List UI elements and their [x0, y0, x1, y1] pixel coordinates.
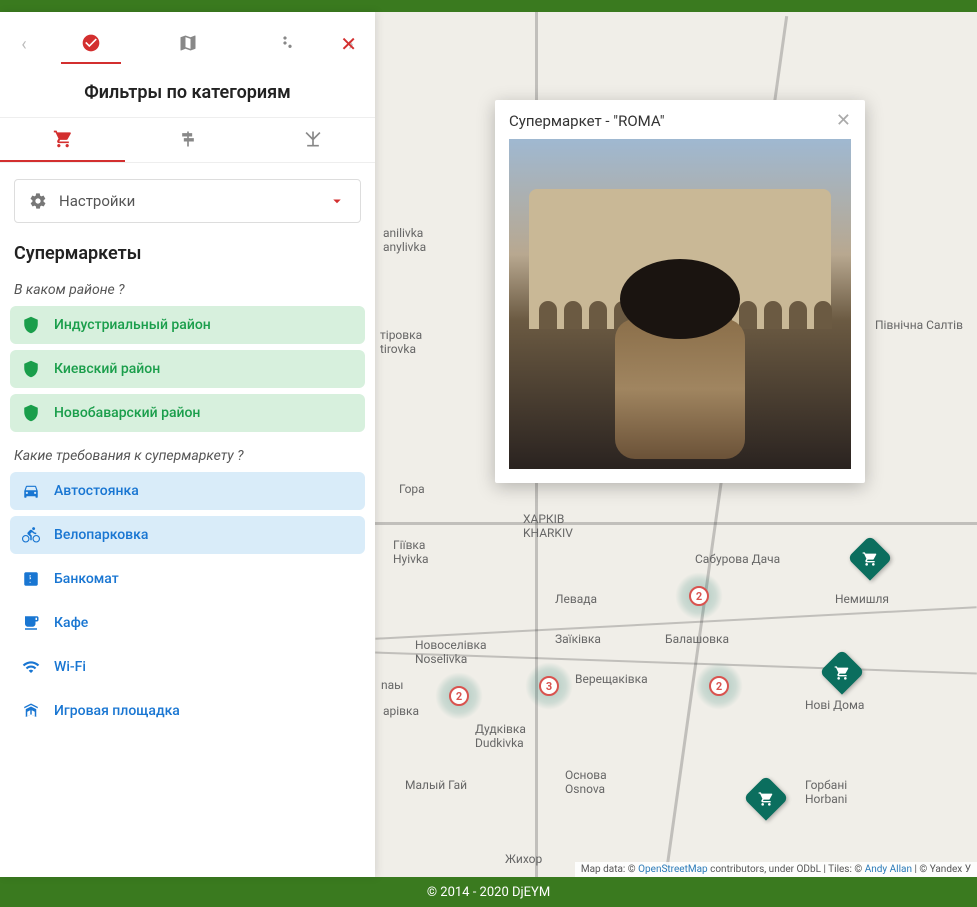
filter-label: Киевский район [54, 361, 160, 377]
car-icon [22, 482, 40, 500]
cluster-marker[interactable]: 3 [525, 662, 573, 710]
cluster-count: 2 [689, 586, 709, 606]
tab-filters[interactable] [61, 24, 121, 64]
map-place-label: ХАРКІВKHARKIV [523, 512, 573, 540]
district-filter[interactable]: Индустриальный район [10, 306, 365, 344]
gear-icon [29, 192, 47, 210]
filter-label: Wi-Fi [54, 659, 86, 675]
cluster-marker[interactable]: 2 [435, 672, 483, 720]
tab-settings[interactable] [255, 24, 315, 64]
requirement-filter[interactable]: Автостоянка [10, 472, 365, 510]
popup-title: Супермаркет - "ROMA" [509, 112, 665, 130]
filter-label: Автостоянка [54, 483, 139, 499]
map-place-label: Левада [555, 592, 597, 606]
cluster-marker[interactable]: 2 [695, 662, 743, 710]
supermarket-marker[interactable] [825, 656, 859, 698]
map-place-label: ГіївкаHyivka [393, 538, 429, 566]
map-place-label: naы [381, 678, 403, 692]
map-place-label: anilivkaanylivka [383, 226, 426, 254]
cluster-marker[interactable]: 2 [675, 572, 723, 620]
subtab-signpost[interactable] [125, 118, 250, 162]
map-place-label: арівка [383, 704, 419, 718]
wifi-icon [22, 658, 40, 676]
requirement-filter[interactable]: Кафе [10, 604, 365, 642]
requirements-question: Какие требования к супермаркету ? [0, 438, 375, 472]
district-filter[interactable]: Новобаварский район [10, 394, 365, 432]
filter-label: Банкомат [54, 571, 119, 587]
cart-icon [758, 791, 774, 807]
cluster-count: 3 [539, 676, 559, 696]
filter-label: Игровая площадка [54, 703, 180, 719]
map-place-label: тіровкаtirovka [380, 328, 422, 356]
map-place-label: Нові Дома [805, 698, 864, 712]
shield-icon [22, 316, 40, 334]
settings-label: Настройки [59, 192, 135, 210]
popup-close-icon[interactable]: ✕ [836, 110, 851, 131]
map-place-label: ОсноваOsnova [565, 768, 607, 796]
tab-prev-icon[interactable]: ‹ [6, 34, 42, 55]
play-icon [22, 702, 40, 720]
cafe-icon [22, 614, 40, 632]
popup-image [509, 139, 851, 469]
marker-popup: Супермаркет - "ROMA" ✕ [495, 100, 865, 483]
supermarket-marker[interactable] [853, 542, 887, 584]
cluster-count: 2 [449, 686, 469, 706]
requirement-filter[interactable]: $ Банкомат [10, 560, 365, 598]
map-attribution: Map data: © OpenStreetMap contributors, … [575, 862, 977, 877]
sidebar-panel: ✕ ‹ › Фильтры по категориям [0, 12, 375, 877]
map-place-label: НовоселівкаNoselivka [415, 638, 486, 666]
tiles-link[interactable]: Andy Allan [865, 864, 912, 875]
shield-icon [22, 404, 40, 422]
osm-link[interactable]: OpenStreetMap [638, 864, 708, 875]
filter-label: Новобаварский район [54, 405, 200, 421]
map-place-label: ГорбаніHorbani [805, 778, 847, 806]
district-filter[interactable]: Киевский район [10, 350, 365, 388]
section-title: Супермаркеты [0, 239, 375, 272]
map-place-label: Немишля [835, 592, 889, 606]
map-place-label: Балашовка [665, 632, 729, 646]
map-place-label: Гора [399, 482, 425, 496]
panel-title: Фильтры по категориям [0, 64, 375, 117]
settings-dropdown[interactable]: Настройки [14, 179, 361, 223]
svg-text:$: $ [28, 575, 32, 584]
filter-label: Кафе [54, 615, 88, 631]
requirement-filter[interactable]: Wi-Fi [10, 648, 365, 686]
map-place-label: Сабурова Дача [695, 552, 780, 566]
atm-icon: $ [22, 570, 40, 588]
requirement-filter[interactable]: Велопарковка [10, 516, 365, 554]
filter-label: Велопарковка [54, 527, 148, 543]
cart-icon [834, 665, 850, 681]
bike-icon [22, 526, 40, 544]
footer: © 2014 - 2020 DjEYM [0, 877, 977, 907]
district-question: В каком районе ? [0, 272, 375, 306]
map-place-label: Верещаківка [575, 672, 648, 686]
map-place-label: Північна Салтів [875, 318, 963, 332]
shield-icon [22, 360, 40, 378]
map-place-label: ДудківкаDudkivka [475, 722, 526, 750]
filter-label: Индустриальный район [54, 317, 211, 333]
requirement-filter[interactable]: Игровая площадка [10, 692, 365, 730]
map-place-label: Малый Гай [405, 778, 467, 792]
map-place-label: Заїківка [555, 632, 601, 646]
subtab-beach[interactable] [250, 118, 375, 162]
close-icon[interactable]: ✕ [340, 32, 357, 56]
chevron-down-icon [328, 192, 346, 210]
supermarket-marker[interactable] [749, 782, 783, 824]
cluster-count: 2 [709, 676, 729, 696]
cart-icon [862, 551, 878, 567]
tab-map[interactable] [158, 24, 218, 64]
subtab-supermarket[interactable] [0, 118, 125, 162]
map-place-label: Жихор [505, 852, 542, 866]
